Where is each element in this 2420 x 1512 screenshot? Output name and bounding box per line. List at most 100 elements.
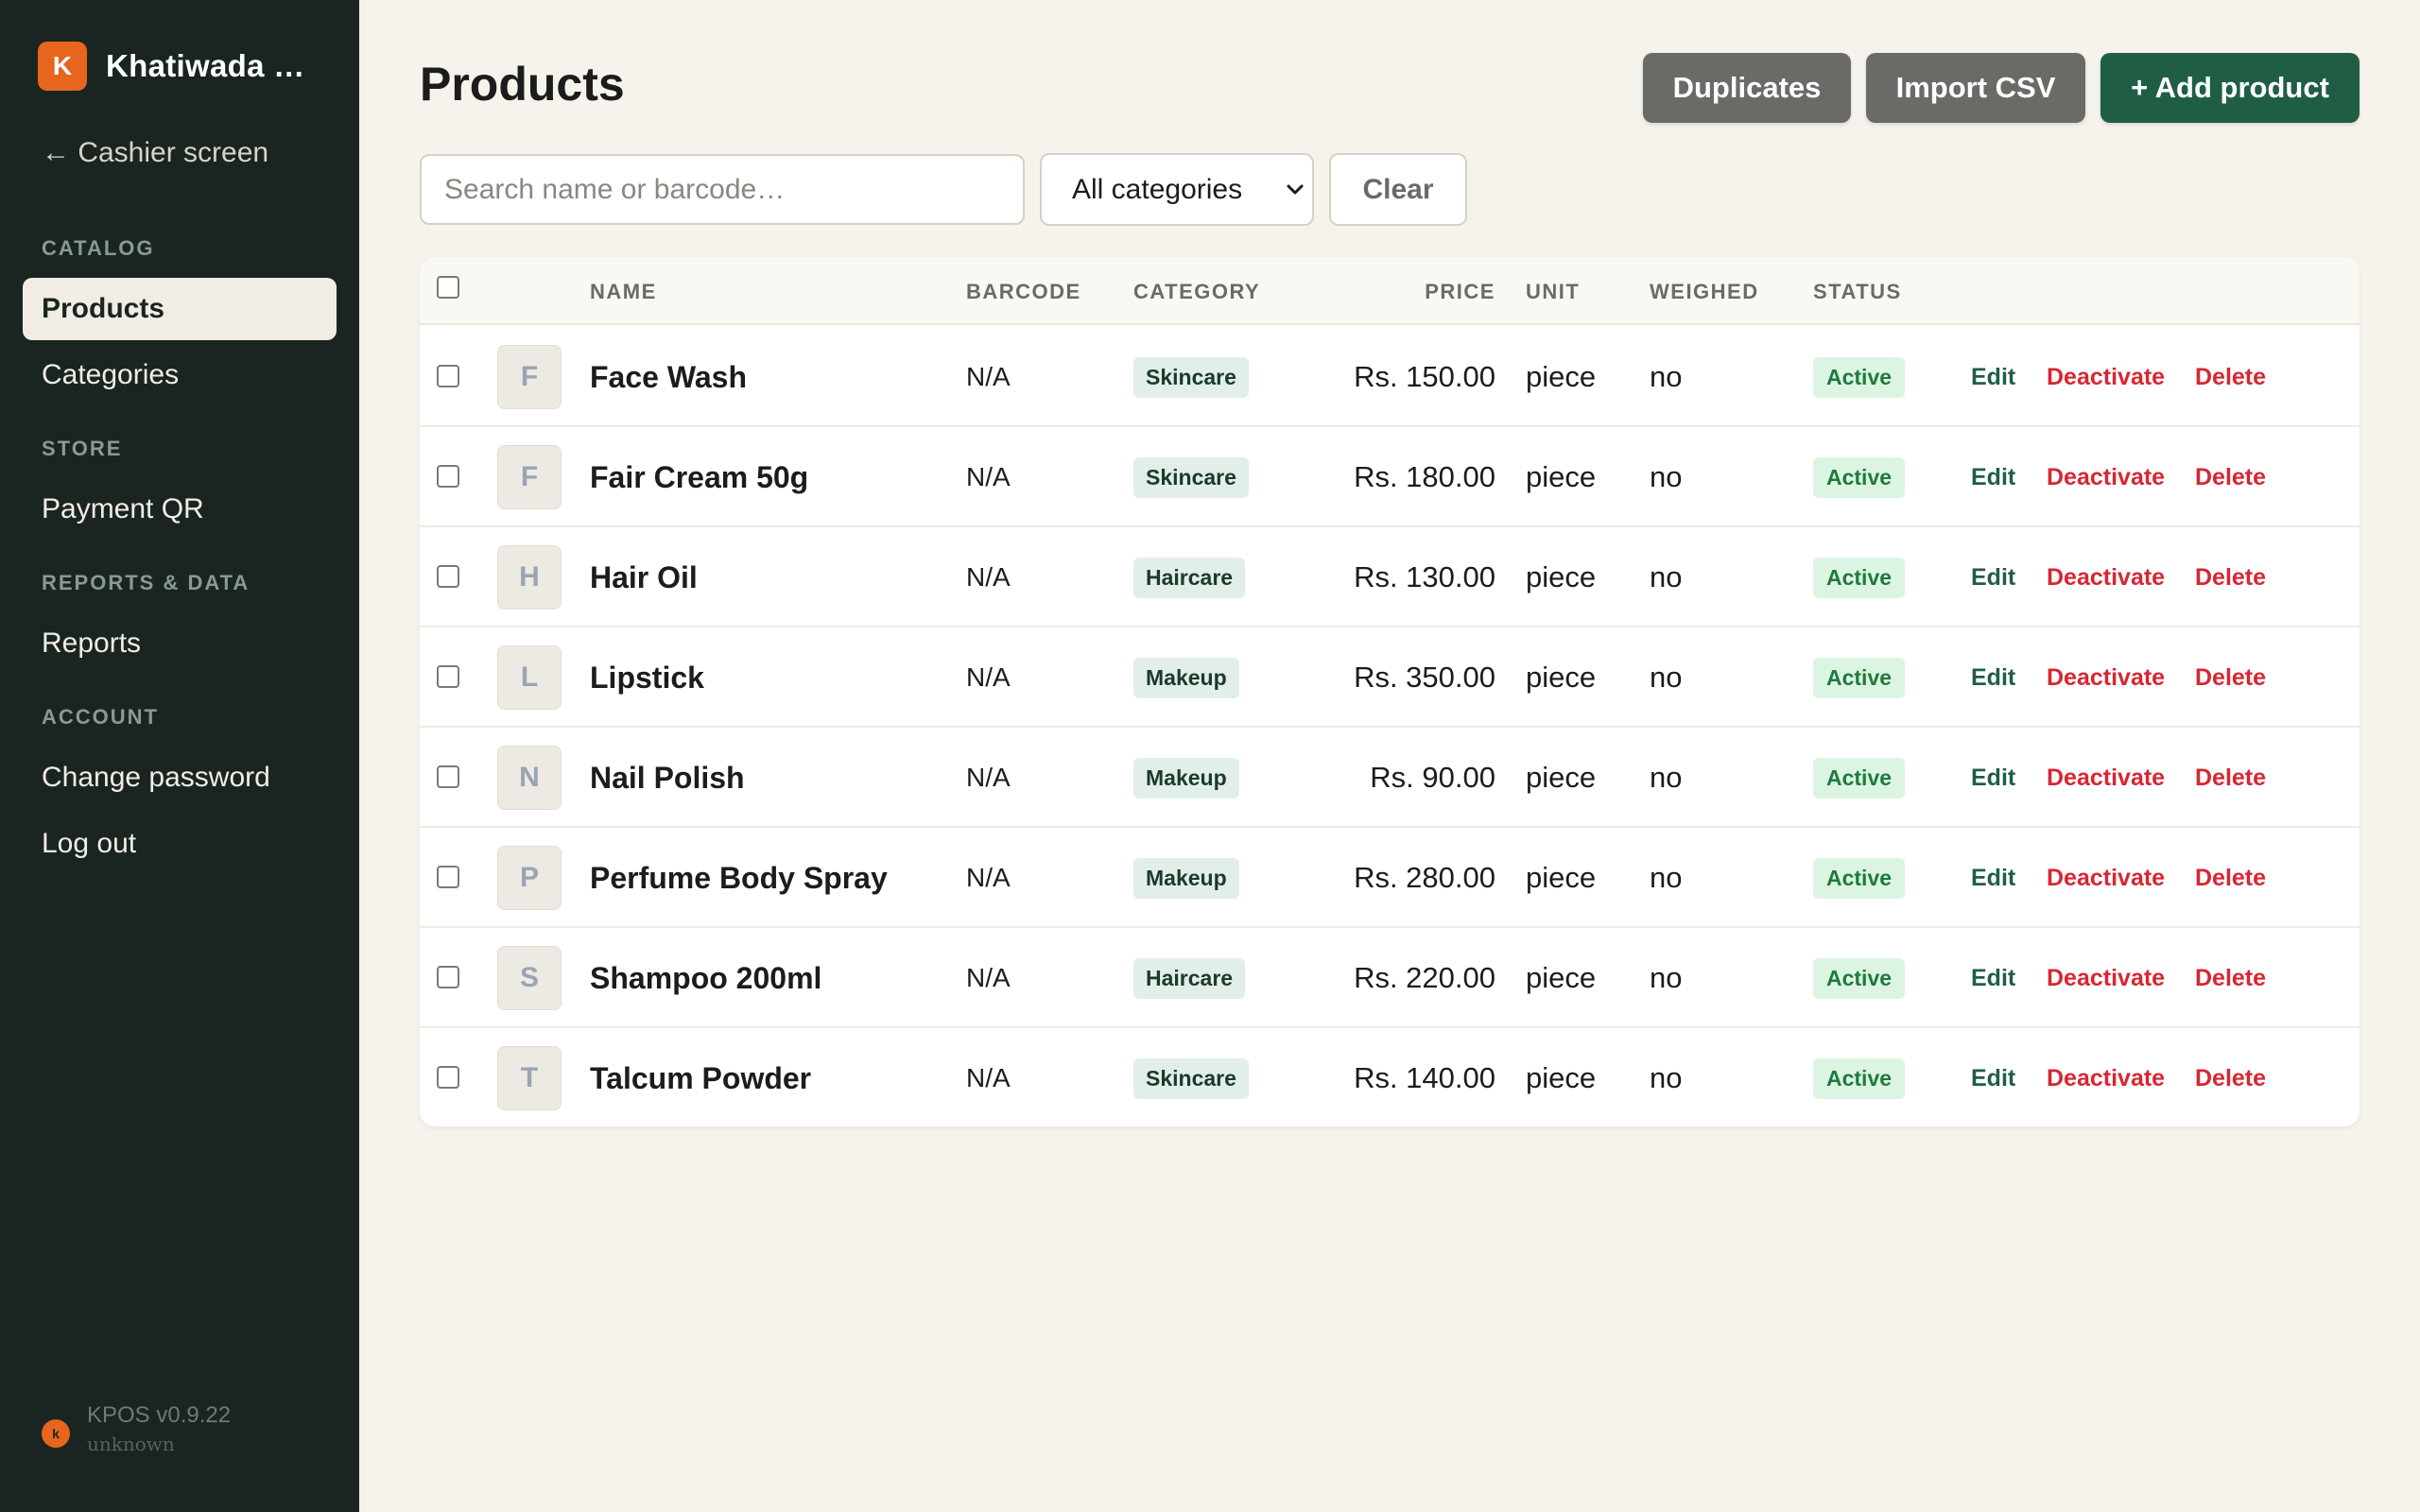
deactivate-button[interactable]: Deactivate xyxy=(2047,865,2165,892)
row-checkbox[interactable] xyxy=(437,866,459,888)
status-badge: Active xyxy=(1813,857,1906,899)
product-weighed: no xyxy=(1650,661,1683,694)
deactivate-button[interactable]: Deactivate xyxy=(2047,364,2165,391)
row-checkbox[interactable] xyxy=(437,365,459,387)
product-price: Rs. 140.00 xyxy=(1354,1061,1495,1094)
status-badge: Active xyxy=(1813,557,1906,598)
deactivate-button[interactable]: Deactivate xyxy=(2047,965,2165,992)
edit-button[interactable]: Edit xyxy=(1971,364,2015,391)
category-select[interactable]: All categories xyxy=(1040,153,1314,226)
deactivate-button[interactable]: Deactivate xyxy=(2047,464,2165,491)
sidebar-item-label: Log out xyxy=(42,828,137,859)
brand-logo: K xyxy=(38,42,87,91)
product-price: Rs. 350.00 xyxy=(1354,661,1495,694)
sidebar-item-label: Reports xyxy=(42,627,142,659)
product-price: Rs. 150.00 xyxy=(1354,360,1495,393)
sidebar-item-label: Products xyxy=(42,293,165,324)
product-avatar: N xyxy=(497,746,562,810)
product-avatar: P xyxy=(497,846,562,910)
product-barcode: N/A xyxy=(966,1063,1011,1092)
product-weighed: no xyxy=(1650,360,1683,393)
version-sub: unknown xyxy=(87,1433,175,1455)
page-title: Products xyxy=(420,58,625,111)
deactivate-button[interactable]: Deactivate xyxy=(2047,664,2165,692)
product-name: Perfume Body Spray xyxy=(590,860,888,895)
delete-button[interactable]: Delete xyxy=(2195,965,2266,992)
delete-button[interactable]: Delete xyxy=(2195,765,2266,792)
product-name: Talcum Powder xyxy=(590,1060,812,1095)
deactivate-button[interactable]: Deactivate xyxy=(2047,1065,2165,1092)
delete-button[interactable]: Delete xyxy=(2195,464,2266,491)
edit-button[interactable]: Edit xyxy=(1971,664,2015,692)
version-logo-icon: k xyxy=(42,1419,70,1448)
sidebar-item-logout[interactable]: Log out xyxy=(23,813,337,875)
table-row[interactable]: P Perfume Body Spray N/A Makeup Rs. 280.00 pi… xyxy=(420,828,2360,928)
product-barcode: N/A xyxy=(966,963,1011,992)
sidebar-item-label: Change password xyxy=(42,762,270,793)
delete-button[interactable]: Delete xyxy=(2195,664,2266,692)
chevron-down-icon xyxy=(1287,184,1304,195)
import-csv-button[interactable]: Import CSV xyxy=(1866,53,2085,123)
row-checkbox[interactable] xyxy=(437,765,459,788)
deactivate-button[interactable]: Deactivate xyxy=(2047,765,2165,792)
product-name: Fair Cream 50g xyxy=(590,459,809,494)
edit-button[interactable]: Edit xyxy=(1971,865,2015,892)
product-name: Nail Polish xyxy=(590,760,745,795)
edit-button[interactable]: Edit xyxy=(1971,765,2015,792)
status-badge: Active xyxy=(1813,757,1906,799)
sidebar-item-change-password[interactable]: Change password xyxy=(23,747,337,809)
product-avatar: T xyxy=(497,1046,562,1110)
delete-button[interactable]: Delete xyxy=(2195,364,2266,391)
col-category[interactable]: CATEGORY xyxy=(1133,280,1260,304)
deactivate-button[interactable]: Deactivate xyxy=(2047,564,2165,592)
table-row[interactable]: F Fair Cream 50g N/A Skincare Rs. 180.00 piec… xyxy=(420,427,2360,527)
add-product-button[interactable]: + Add product xyxy=(2100,53,2360,123)
product-weighed: no xyxy=(1650,460,1683,493)
table-row[interactable]: F Face Wash N/A Skincare Rs. 150.00 piece no Ac… xyxy=(420,327,2360,427)
sidebar-item-payment-qr[interactable]: Payment QR xyxy=(23,478,337,541)
category-badge: Skincare xyxy=(1133,1057,1249,1099)
cashier-screen-link[interactable]: ← Cashier screen xyxy=(42,137,268,169)
row-checkbox[interactable] xyxy=(437,565,459,588)
table-row[interactable]: L Lipstick N/A Makeup Rs. 350.00 piece no Activ… xyxy=(420,627,2360,728)
version-info: k KPOS v0.9.22 unknown xyxy=(42,1402,231,1455)
clear-button[interactable]: Clear xyxy=(1329,153,1467,226)
delete-button[interactable]: Delete xyxy=(2195,865,2266,892)
col-unit[interactable]: UNIT xyxy=(1526,280,1580,304)
brand-name: Khatiwada … xyxy=(106,48,305,83)
edit-button[interactable]: Edit xyxy=(1971,564,2015,592)
edit-button[interactable]: Edit xyxy=(1971,965,2015,992)
row-checkbox[interactable] xyxy=(437,966,459,988)
product-barcode: N/A xyxy=(966,763,1011,792)
col-weighed[interactable]: WEIGHED xyxy=(1650,280,1759,304)
section-store: STORE xyxy=(42,437,123,460)
edit-button[interactable]: Edit xyxy=(1971,1065,2015,1092)
col-price[interactable]: PRICE xyxy=(1365,280,1495,304)
sidebar-item-products[interactable]: Products xyxy=(23,278,337,340)
row-checkbox[interactable] xyxy=(437,665,459,688)
row-checkbox[interactable] xyxy=(437,1066,459,1089)
col-name[interactable]: NAME xyxy=(590,280,657,304)
delete-button[interactable]: Delete xyxy=(2195,1065,2266,1092)
product-weighed: no xyxy=(1650,761,1683,794)
table-row[interactable]: N Nail Polish N/A Makeup Rs. 90.00 piece no Act… xyxy=(420,728,2360,828)
section-account: ACCOUNT xyxy=(42,705,159,729)
table-row[interactable]: T Talcum Powder N/A Skincare Rs. 140.00 piece… xyxy=(420,1028,2360,1126)
table-row[interactable]: S Shampoo 200ml N/A Haircare Rs. 220.00 piece… xyxy=(420,928,2360,1028)
sidebar-item-reports[interactable]: Reports xyxy=(23,612,337,675)
category-badge: Makeup xyxy=(1133,757,1239,799)
brand[interactable]: K Khatiwada … xyxy=(38,42,305,91)
sidebar-item-categories[interactable]: Categories xyxy=(23,344,337,406)
product-name: Hair Oil xyxy=(590,559,698,594)
category-badge: Haircare xyxy=(1133,957,1246,999)
delete-button[interactable]: Delete xyxy=(2195,564,2266,592)
select-all-checkbox[interactable] xyxy=(437,276,459,299)
product-name: Face Wash xyxy=(590,359,747,394)
col-barcode[interactable]: BARCODE xyxy=(966,280,1081,304)
row-checkbox[interactable] xyxy=(437,465,459,488)
col-status[interactable]: STATUS xyxy=(1813,280,1902,304)
edit-button[interactable]: Edit xyxy=(1971,464,2015,491)
search-input[interactable] xyxy=(420,154,1025,225)
table-row[interactable]: H Hair Oil N/A Haircare Rs. 130.00 piece no Act… xyxy=(420,527,2360,627)
duplicates-button[interactable]: Duplicates xyxy=(1643,53,1851,123)
